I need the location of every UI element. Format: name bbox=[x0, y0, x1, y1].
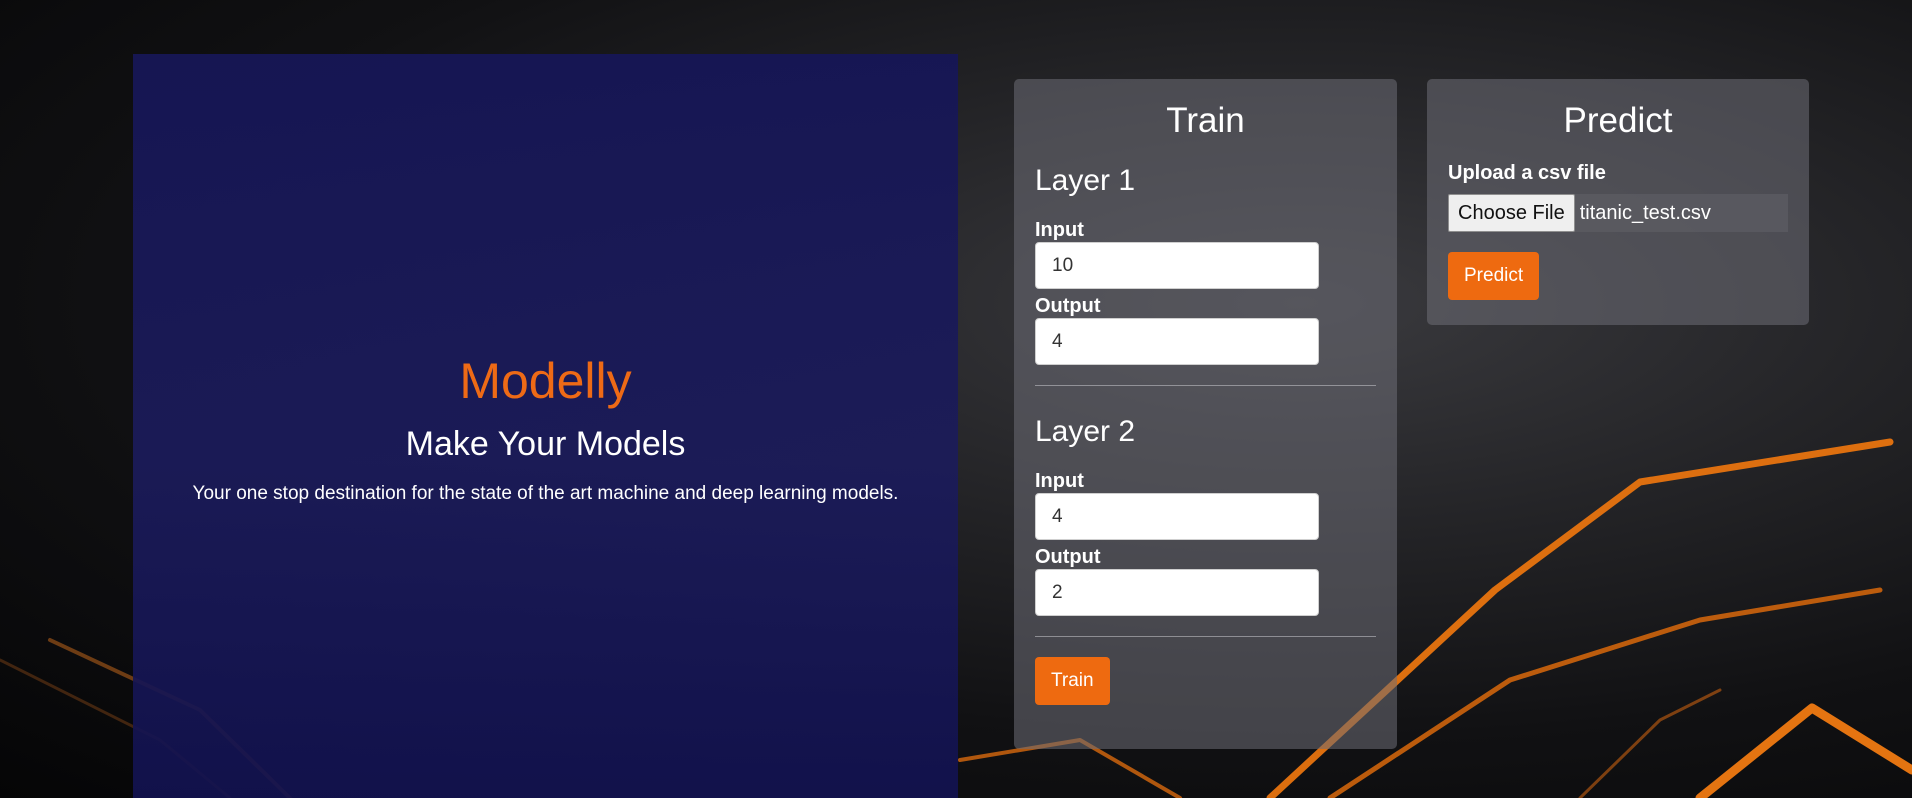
layer-2-title: Layer 2 bbox=[1035, 415, 1136, 448]
layer-1-output-field[interactable] bbox=[1035, 318, 1319, 365]
train-card: Train Layer 1 Input Output Layer 2 Input… bbox=[1014, 79, 1397, 749]
layer-1-input-label: Input bbox=[1035, 219, 1084, 241]
upload-label: Upload a csv file bbox=[1448, 162, 1606, 184]
brand-title: Modelly bbox=[459, 353, 632, 409]
hero-panel: Modelly Make Your Models Your one stop d… bbox=[133, 54, 958, 798]
layer-2-input-field[interactable] bbox=[1035, 493, 1319, 540]
train-title: Train bbox=[1166, 101, 1245, 140]
predict-card: Predict Upload a csv file Choose File ti… bbox=[1427, 79, 1809, 325]
layer-2-output-label: Output bbox=[1035, 546, 1101, 568]
train-button[interactable]: Train bbox=[1035, 657, 1110, 705]
predict-title: Predict bbox=[1563, 101, 1673, 140]
layer-1-title: Layer 1 bbox=[1035, 164, 1136, 197]
layer-2-input-label: Input bbox=[1035, 470, 1084, 492]
hero-description: Your one stop destination for the state … bbox=[192, 483, 899, 504]
layer-divider bbox=[1035, 385, 1376, 386]
predict-button[interactable]: Predict bbox=[1448, 252, 1540, 300]
hero-tagline: Make Your Models bbox=[405, 425, 686, 463]
layer-divider bbox=[1035, 636, 1376, 637]
layer-2-output-field[interactable] bbox=[1035, 569, 1319, 616]
selected-file-name: titanic_test.csv bbox=[1579, 202, 1711, 224]
choose-file-button[interactable]: Choose File bbox=[1448, 194, 1575, 232]
hero-content: Modelly Make Your Models Your one stop d… bbox=[133, 352, 958, 506]
layer-1-input-field[interactable] bbox=[1035, 242, 1319, 289]
layer-1-output-label: Output bbox=[1035, 295, 1101, 317]
file-upload-input[interactable]: Choose File titanic_test.csv bbox=[1448, 194, 1788, 232]
